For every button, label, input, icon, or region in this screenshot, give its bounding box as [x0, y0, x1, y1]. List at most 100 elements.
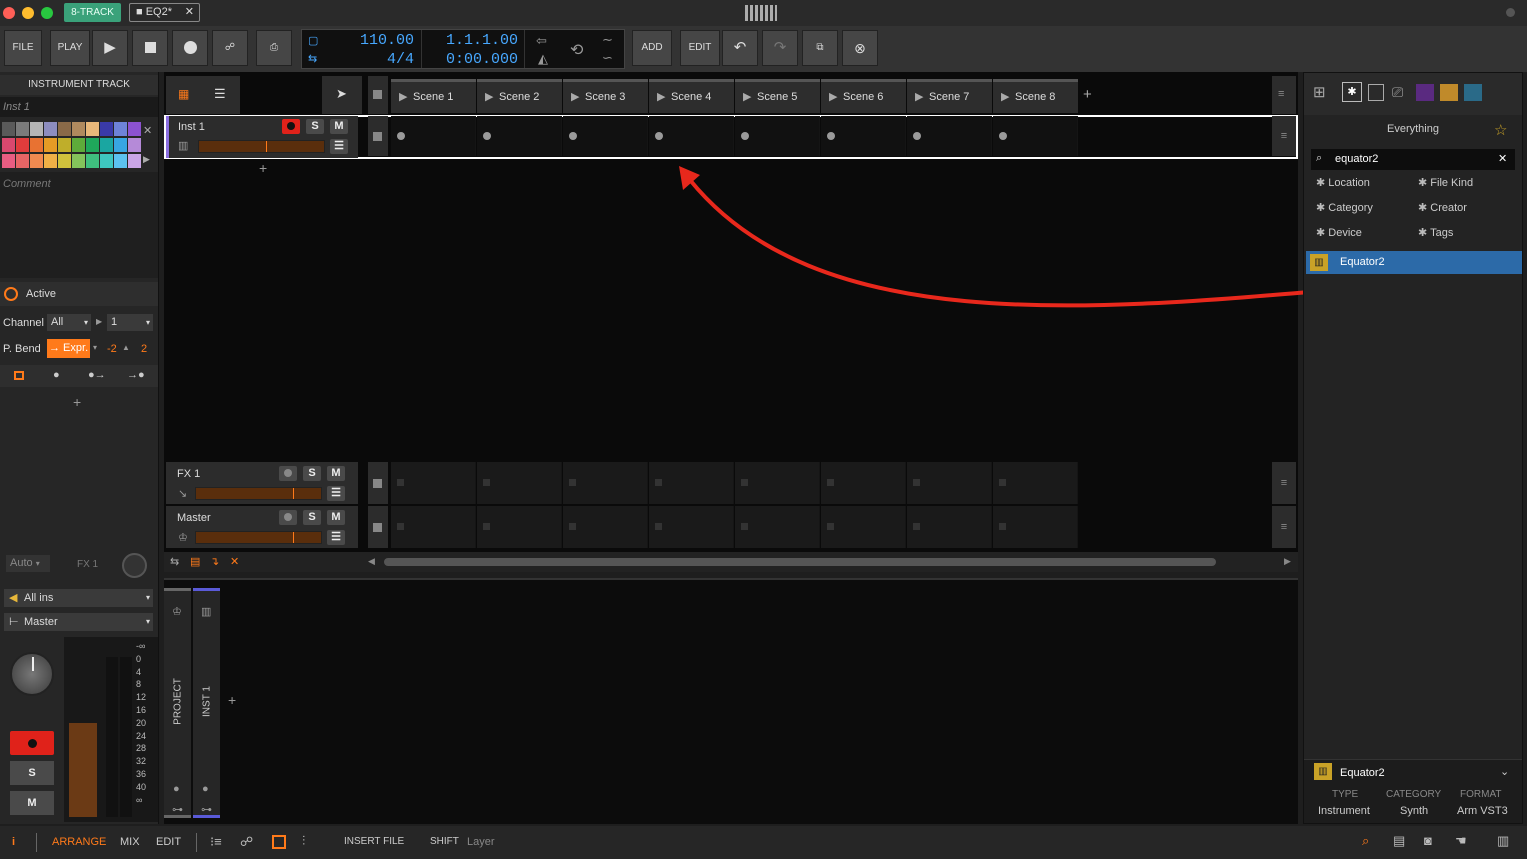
send-icon[interactable]: ●→ — [88, 369, 106, 381]
clip-slot[interactable] — [735, 506, 820, 548]
piano-icon[interactable]: ▥ — [1497, 833, 1509, 849]
scroll-right-icon[interactable]: ▶ — [1284, 556, 1291, 567]
color-swatch[interactable] — [16, 122, 29, 136]
template-badge[interactable]: 8-TRACK — [64, 3, 121, 22]
track-header-master[interactable]: Master S M ♔ ☰ — [166, 506, 358, 548]
add-device-icon[interactable]: + — [73, 394, 81, 410]
track-volume-meter[interactable] — [195, 487, 322, 500]
chevron-down-icon[interactable]: ⌄ — [1500, 765, 1509, 778]
clip-slot[interactable] — [649, 506, 734, 548]
color-swatch[interactable] — [100, 138, 113, 152]
clip-slot[interactable] — [391, 116, 476, 156]
track-mute-button[interactable]: M — [330, 119, 348, 134]
clip-slot[interactable] — [907, 462, 992, 504]
scene-launch-button[interactable]: ▶ Scene 3 — [563, 79, 648, 113]
clip-slot[interactable] — [993, 462, 1078, 504]
project-strip[interactable]: ♔ PROJECT ● ⊶ — [164, 588, 191, 818]
clip-grid-icon[interactable]: ▤ — [190, 555, 200, 568]
swap-icon[interactable]: ⇆ — [170, 555, 179, 568]
color-swatch[interactable] — [2, 138, 15, 152]
clip-slot[interactable] — [821, 506, 906, 548]
minimize-window-button[interactable] — [22, 7, 34, 19]
track-record-arm-button[interactable] — [279, 466, 297, 481]
redo-button[interactable]: ↷ — [762, 30, 798, 66]
scope-label[interactable]: Everything — [1304, 123, 1522, 135]
clip-slot[interactable] — [735, 116, 820, 156]
input-select[interactable]: ◀ All ins ▾ — [4, 589, 153, 607]
track-solo-button[interactable]: S — [306, 119, 324, 134]
record-arm-button[interactable] — [10, 731, 54, 755]
comment-field[interactable]: Comment — [0, 172, 158, 278]
horizontal-scrollbar[interactable] — [384, 558, 1216, 566]
clip-slot[interactable] — [391, 506, 476, 548]
add-device-icon[interactable]: + — [228, 692, 236, 708]
clip-slot[interactable] — [563, 506, 648, 548]
search-input[interactable]: equator2 — [1335, 153, 1378, 165]
color-swatch[interactable] — [72, 154, 85, 168]
clip-slot[interactable] — [907, 116, 992, 156]
volume-knob[interactable] — [10, 652, 54, 696]
pointer-tool[interactable]: ➤ — [322, 76, 362, 114]
modulator-icon[interactable]: ● — [53, 369, 60, 381]
cancel-button[interactable]: ⊗ — [842, 30, 878, 66]
search-box[interactable]: ⌕ equator2 ✕ — [1311, 149, 1515, 170]
channel-number-select[interactable]: 1 ▾ — [107, 314, 153, 331]
duplicate-button[interactable]: ⧉ — [802, 30, 838, 66]
close-palette-icon[interactable]: ✕ — [143, 124, 152, 137]
track-header-inst1[interactable]: Inst 1 S M ▥ ☰ — [166, 116, 358, 158]
scene-launch-button[interactable]: ▶ Scene 6 — [821, 79, 906, 113]
color-swatch[interactable] — [128, 138, 141, 152]
automation-write-button[interactable]: ☍ — [212, 30, 248, 66]
list-view-icon[interactable]: ☰ — [214, 86, 226, 102]
file-device-icon[interactable]: ⎚ — [1392, 84, 1403, 101]
drag-handle-icon[interactable]: ≡ — [1272, 462, 1296, 504]
punch-icon[interactable]: ⇦ — [536, 33, 547, 49]
search-icon[interactable]: ⌕ — [1362, 833, 1369, 849]
metronome-print-button[interactable]: ⎙ — [256, 30, 292, 66]
color-swatch[interactable] — [114, 122, 127, 136]
track-record-arm-button[interactable] — [282, 119, 300, 134]
edit-view-button[interactable]: EDIT — [156, 836, 181, 848]
color-swatch[interactable] — [30, 154, 43, 168]
pitch-bend-up-value[interactable]: 2 — [141, 343, 147, 355]
scene-launch-button[interactable]: ▶ Scene 7 — [907, 79, 992, 113]
clip-slot[interactable] — [735, 462, 820, 504]
clip-slot[interactable] — [477, 506, 562, 548]
browser-filter[interactable]: ✱ File Kind — [1418, 176, 1473, 189]
color-swatch[interactable] — [44, 122, 57, 136]
sync-icon[interactable]: ⇆ — [308, 52, 317, 65]
add-track-icon[interactable]: + — [259, 160, 267, 176]
play-button[interactable]: ▶ — [92, 30, 128, 66]
mix-view-button[interactable]: MIX — [120, 836, 140, 848]
add-button[interactable]: ADD — [632, 30, 672, 66]
hand-icon[interactable]: ☚ — [1455, 833, 1467, 849]
track-stop-button[interactable] — [368, 462, 388, 504]
grid-icon[interactable]: ⊞ — [1313, 83, 1326, 101]
pitch-bend-expression-button[interactable]: → Expr. — [47, 339, 90, 358]
clip-launcher-icon[interactable]: ⁝≡ — [210, 834, 222, 850]
close-x-icon[interactable]: ✕ — [230, 555, 239, 568]
pitch-bend-down-value[interactable]: -2 — [107, 343, 117, 355]
browser-filter[interactable]: ✱ Location — [1316, 176, 1370, 189]
clip-slot[interactable] — [993, 506, 1078, 548]
clip-slot[interactable] — [907, 506, 992, 548]
close-window-button[interactable] — [3, 7, 15, 19]
output-select[interactable]: ⊢ Master ▾ — [4, 613, 153, 631]
browser-filter[interactable]: ✱ Creator — [1418, 201, 1467, 214]
scene-launch-button[interactable]: ▶ Scene 1 — [391, 79, 476, 113]
track-solo-button[interactable]: S — [303, 510, 321, 525]
track-name-field[interactable]: Inst 1 — [0, 97, 158, 117]
edit-button[interactable]: EDIT — [680, 30, 720, 66]
favorite-star-icon[interactable]: ☆ — [1494, 121, 1507, 139]
color-swatch[interactable] — [30, 122, 43, 136]
grid-view-icon[interactable]: ▦ — [178, 87, 189, 101]
color-swatch[interactable] — [58, 154, 71, 168]
color-swatch[interactable] — [72, 138, 85, 152]
groove-icon[interactable]: ∼ — [602, 32, 613, 48]
color-swatch[interactable] — [2, 122, 15, 136]
color-swatch[interactable] — [16, 154, 29, 168]
drag-handle-icon[interactable]: ≡ — [1272, 506, 1296, 548]
color-swatch[interactable] — [58, 138, 71, 152]
clip-slot[interactable] — [563, 462, 648, 504]
mixer-icon[interactable]: ⫶ — [302, 833, 305, 849]
